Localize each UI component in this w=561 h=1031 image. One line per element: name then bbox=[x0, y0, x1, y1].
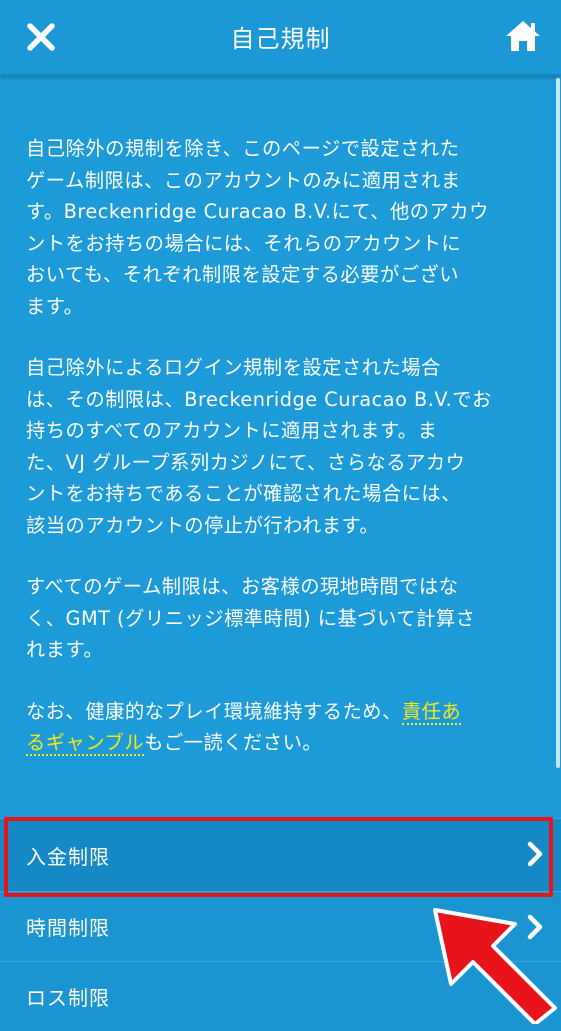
paragraph-login-restriction: 自己除外によるログイン規制を設定された場合 は、その制限は、Breckenrid… bbox=[26, 356, 492, 537]
limits-menu: 入金制限 時間制限 ロス制限 bbox=[0, 818, 561, 1031]
paragraph-gmt-notice: すべてのゲーム制限は、お客様の現地時間ではな く、GMT (グリニッジ標準時間)… bbox=[26, 575, 476, 661]
menu-item-label: ロス制限 bbox=[26, 986, 110, 1010]
chevron-right-icon bbox=[527, 984, 543, 1010]
menu-item-deposit-limit[interactable]: 入金制限 bbox=[0, 818, 561, 891]
home-icon bbox=[506, 21, 540, 51]
info-text: 自己除外の規制を除き、このページで設定された ゲーム制限は、このアカウントのみに… bbox=[26, 133, 538, 789]
chevron-right-icon bbox=[527, 841, 543, 867]
scrollbar[interactable] bbox=[556, 78, 560, 768]
menu-item-label: 入金制限 bbox=[26, 845, 110, 869]
paragraph-self-exclusion-scope: 自己除外の規制を除き、このページで設定された ゲーム制限は、このアカウントのみに… bbox=[26, 137, 489, 318]
responsible-gambling-link-part2[interactable]: るギャンブル bbox=[26, 731, 145, 756]
paragraph-prefix: なお、健康的なプレイ環境維持するため、 bbox=[26, 699, 402, 723]
home-button[interactable] bbox=[505, 19, 541, 53]
page-title: 自己規制 bbox=[230, 25, 331, 53]
header-bar: 自己規制 bbox=[0, 0, 561, 76]
paragraph-responsible-gambling: なお、健康的なプレイ環境維持するため、責任あるギャンブルもご一読ください。 bbox=[26, 696, 538, 759]
chevron-right-icon bbox=[527, 914, 543, 940]
responsible-gambling-link-part1[interactable]: 責任あ bbox=[401, 699, 462, 725]
menu-item-loss-limit[interactable]: ロス制限 bbox=[0, 961, 561, 1031]
paragraph-suffix: もご一読ください。 bbox=[144, 731, 323, 754]
menu-item-label: 時間制限 bbox=[26, 916, 110, 940]
menu-item-time-limit[interactable]: 時間制限 bbox=[0, 891, 561, 961]
